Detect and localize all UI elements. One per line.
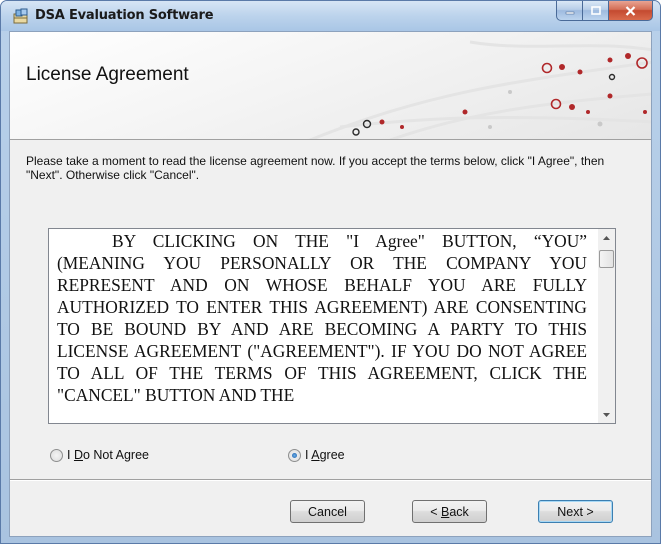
license-text-box[interactable]: BY CLICKING ON THE "I Agree" BUTTON, “YO… xyxy=(48,228,616,424)
chevron-down-icon xyxy=(603,412,610,417)
disagree-option[interactable]: I Do Not Agree xyxy=(50,448,149,462)
header-banner: License Agreement xyxy=(10,32,651,140)
maximize-icon xyxy=(590,6,601,15)
dialog-client-area: License Agreement Please take a moment t… xyxy=(9,31,652,537)
circuit-dots-graphic xyxy=(309,40,651,139)
agree-option[interactable]: I Agree xyxy=(288,448,345,462)
minimize-icon xyxy=(565,11,574,14)
window-controls xyxy=(556,1,653,21)
back-button-label: < Back xyxy=(430,504,469,519)
window-title: DSA Evaluation Software xyxy=(35,8,214,23)
scroll-up-button[interactable] xyxy=(598,229,615,246)
agree-radio[interactable] xyxy=(288,448,301,462)
agree-label[interactable]: I Agree xyxy=(305,448,345,462)
installer-package-icon xyxy=(13,8,28,24)
back-button[interactable]: < Back xyxy=(412,500,487,523)
disagree-label[interactable]: I Do Not Agree xyxy=(67,448,149,462)
scroll-down-button[interactable] xyxy=(598,406,615,423)
scroll-thumb[interactable] xyxy=(599,250,614,268)
next-button[interactable]: Next > xyxy=(538,500,613,523)
maximize-button[interactable] xyxy=(583,1,609,21)
minimize-button[interactable] xyxy=(556,1,583,21)
installer-window: DSA Evaluation Software License Agreemen… xyxy=(0,0,661,544)
instructions-text: Please take a moment to read the license… xyxy=(26,154,605,182)
disagree-radio[interactable] xyxy=(50,448,63,462)
button-separator xyxy=(10,479,651,481)
title-bar[interactable]: DSA Evaluation Software xyxy=(1,1,660,31)
cancel-button[interactable]: Cancel xyxy=(290,500,365,523)
page-title: License Agreement xyxy=(26,64,189,85)
license-scrollbar[interactable] xyxy=(598,229,615,423)
chevron-up-icon xyxy=(603,235,610,240)
license-text: BY CLICKING ON THE "I Agree" BUTTON, “YO… xyxy=(57,231,587,405)
close-icon xyxy=(625,5,636,16)
close-button[interactable] xyxy=(609,1,653,21)
